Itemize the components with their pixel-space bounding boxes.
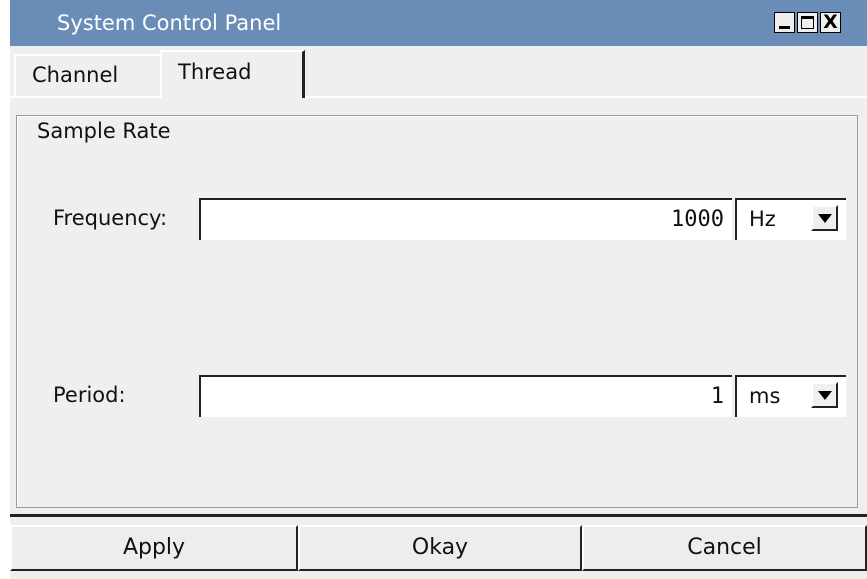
frequency-unit-value: Hz: [749, 207, 776, 231]
tab-bar: Channel Thread: [10, 46, 867, 100]
chevron-down-icon: [818, 214, 832, 223]
close-button[interactable]: X: [820, 12, 841, 33]
tab-thread[interactable]: Thread: [160, 50, 305, 100]
period-unit-value: ms: [749, 384, 781, 408]
frequency-unit-select[interactable]: Hz: [735, 198, 846, 240]
chevron-down-icon: [818, 391, 832, 400]
maximize-icon: [801, 16, 814, 29]
thread-tab-panel: Sample Rate Frequency: 1000 Hz Period: 1…: [10, 98, 867, 517]
window-title: System Control Panel: [57, 11, 282, 35]
period-unit-select[interactable]: ms: [735, 375, 846, 417]
group-title: Sample Rate: [35, 118, 175, 144]
minimize-button[interactable]: [774, 12, 795, 33]
title-bar[interactable]: System Control Panel X: [10, 0, 867, 46]
period-label: Period:: [53, 383, 126, 407]
sample-rate-group: Sample Rate Frequency: 1000 Hz Period: 1…: [16, 115, 858, 508]
okay-button[interactable]: Okay: [298, 525, 582, 571]
frequency-unit-dropdown-button[interactable]: [811, 205, 838, 231]
system-control-panel-window: System Control Panel X Channel Thread Sa…: [10, 0, 867, 579]
button-bar: Apply Okay Cancel: [10, 517, 867, 579]
minimize-icon: [779, 26, 790, 29]
maximize-button[interactable]: [797, 12, 818, 33]
frequency-input[interactable]: 1000: [199, 198, 732, 240]
tab-channel[interactable]: Channel: [14, 54, 160, 96]
apply-button[interactable]: Apply: [10, 525, 298, 571]
window-controls: X: [774, 12, 843, 34]
close-icon: X: [823, 11, 838, 33]
period-input[interactable]: 1: [199, 375, 732, 417]
cancel-button[interactable]: Cancel: [582, 525, 867, 571]
frequency-label: Frequency:: [53, 206, 168, 230]
period-unit-dropdown-button[interactable]: [811, 382, 838, 408]
